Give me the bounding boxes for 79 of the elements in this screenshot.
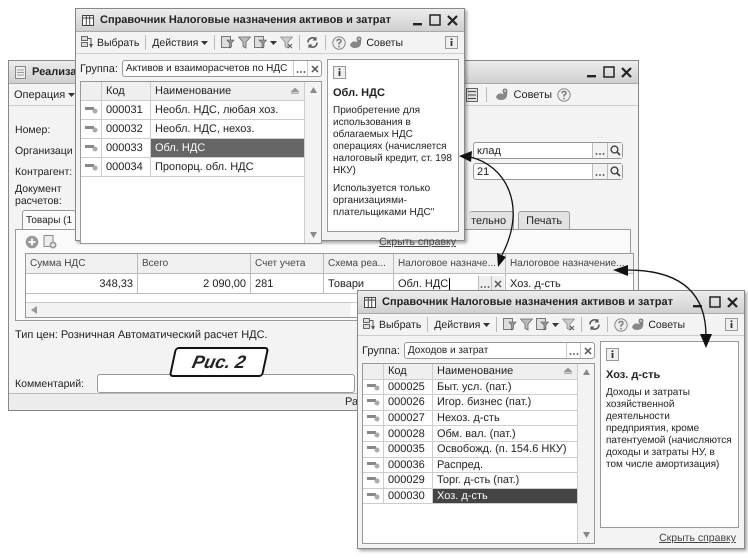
list-row[interactable]: 000028 Обм. вал. (пат.) [363,426,577,442]
help-title: Обл. НДС [333,87,386,99]
list-row[interactable]: 000035 Освобожд. (п. 154.6 НКУ) [363,442,577,458]
list-row[interactable]: 000025 Быт. усл. (пат.) [363,380,577,396]
table-cell: 000025 [384,380,433,394]
figure-caption: Рис. 2 [168,347,270,377]
table-cell: 000035 [384,442,433,457]
actions-menu[interactable]: Действия [152,36,208,48]
help-text: Доходы и затраты хозяйственной деятельности предприятия, кроме патентуемой (начисляются доходы и затраты НУ, в том числе амортизация) [606,387,733,471]
table-cell-text: Обм. вал. (пат.) [436,426,517,441]
list-row[interactable]: 000026 Игор. бизнес (пат.) [363,395,577,411]
column-header[interactable]: Сумма НДС [26,254,138,273]
help-title: Хоз. д-сть [606,369,662,381]
table-cell-text: Необл. НДС, нехоз. [154,122,256,137]
table-cell-text: Торг. д-сть (пат.) [436,473,520,488]
table-cell: 348,33 [26,274,138,293]
field-label: Группа: [80,62,118,74]
table-cell: 281 [251,274,324,293]
list-row[interactable]: 000031 Необл. НДС, любая хоз. [81,101,304,120]
hide-help-link[interactable]: Скрыть справку [659,532,736,544]
table-cell: 2 090,00 [138,274,251,293]
actions-menu[interactable]: Действия [434,318,490,330]
table-cell-text: Хоз. д-сть [509,276,562,292]
tips-button[interactable]: Советы [514,88,552,100]
tab[interactable]: Товары (1 [22,210,76,229]
table-cell-text: Освобожд. (п. 154.6 НКУ) [436,442,568,457]
column-header[interactable]: Всего [138,254,251,273]
table-cell: 000031 [102,101,151,119]
table-cell: Обл. НДС [151,139,304,157]
table-cell: 000029 [384,473,433,488]
column-header[interactable]: Код [384,364,433,379]
field-label: Номер: [15,124,52,136]
column-header[interactable]: Счет учета [251,254,324,273]
table-cell-text: Игор. бизнес (пат.) [436,395,532,410]
operation-menu[interactable]: Операция [14,88,76,100]
tab[interactable]: Печать [518,211,570,229]
field-label: Организаци [15,144,74,156]
select-button[interactable]: Выбрать [363,318,422,331]
list-row[interactable]: 000034 Пропорц. обл. НДС [81,158,304,177]
tips-button[interactable]: Советы [648,318,686,330]
table-cell: 000027 [384,410,433,426]
table-cell-text: Быт. усл. (пат.) [436,380,512,394]
table-cell-text: Пропорц. обл. НДС [154,160,255,175]
table-cell: 000036 [384,458,433,472]
group-field[interactable]: Активов и взаиморасчетов по НДС [122,60,322,77]
window-title: Справочник Налоговые назначения активов и затрат [100,14,391,26]
list-row[interactable]: 000033 Обл. НДС [81,139,304,158]
table-cell: 000032 [102,120,151,138]
input-field[interactable]: 21 [473,163,623,180]
window-title: Реализа [32,66,76,78]
column-header[interactable]: Наименование [151,82,304,100]
tips-button[interactable]: Советы [366,36,404,48]
price-type-text: Тип цен: Розничная Автоматический расчет НДС. [15,329,269,341]
field-label: Контрагент: [15,166,74,178]
column-header[interactable]: Наименование [433,364,577,379]
field-label: Документ расчетов: [15,183,63,207]
help-text: Используется только организациями-плательщиками НДС" [333,183,436,219]
table-cell: Хоз. д-сть [433,488,577,504]
table-cell: 000028 [384,426,433,441]
hide-help-link[interactable]: Скрыть справку [379,236,456,248]
column-header[interactable]: Код [102,82,151,100]
field-label: Комментарий: [15,378,86,390]
input-field[interactable]: клад [473,142,623,159]
table-cell-text: Распред. [436,458,484,472]
field-label: Группа: [362,344,400,356]
table-cell: 000026 [384,395,433,410]
tab[interactable]: тельно [469,211,514,229]
select-button[interactable]: Выбрать [81,36,140,49]
column-header[interactable]: Схема реа... [324,254,394,273]
table-cell-text: Необл. НДС, любая хоз. [154,103,280,118]
column-header[interactable]: Налоговое назначение... [506,254,633,273]
list-row[interactable]: 000030 Хоз. д-сть [363,488,577,504]
help-text: Приобретение для использования в облагаемых НДС операциях (начисляется налоговый кредит, ст. 198 НКУ) [333,105,453,177]
list-row[interactable]: 000027 Нехоз. д-сть [363,410,577,426]
window-title: Справочник Налоговые назначения активов и затрат [382,296,673,308]
list-row[interactable]: 000036 Распред. [363,458,577,474]
group-field[interactable]: Доходов и затрат [404,342,595,359]
table-cell-text: Нехоз. д-сть [436,411,501,426]
table-cell: 000034 [102,158,151,176]
